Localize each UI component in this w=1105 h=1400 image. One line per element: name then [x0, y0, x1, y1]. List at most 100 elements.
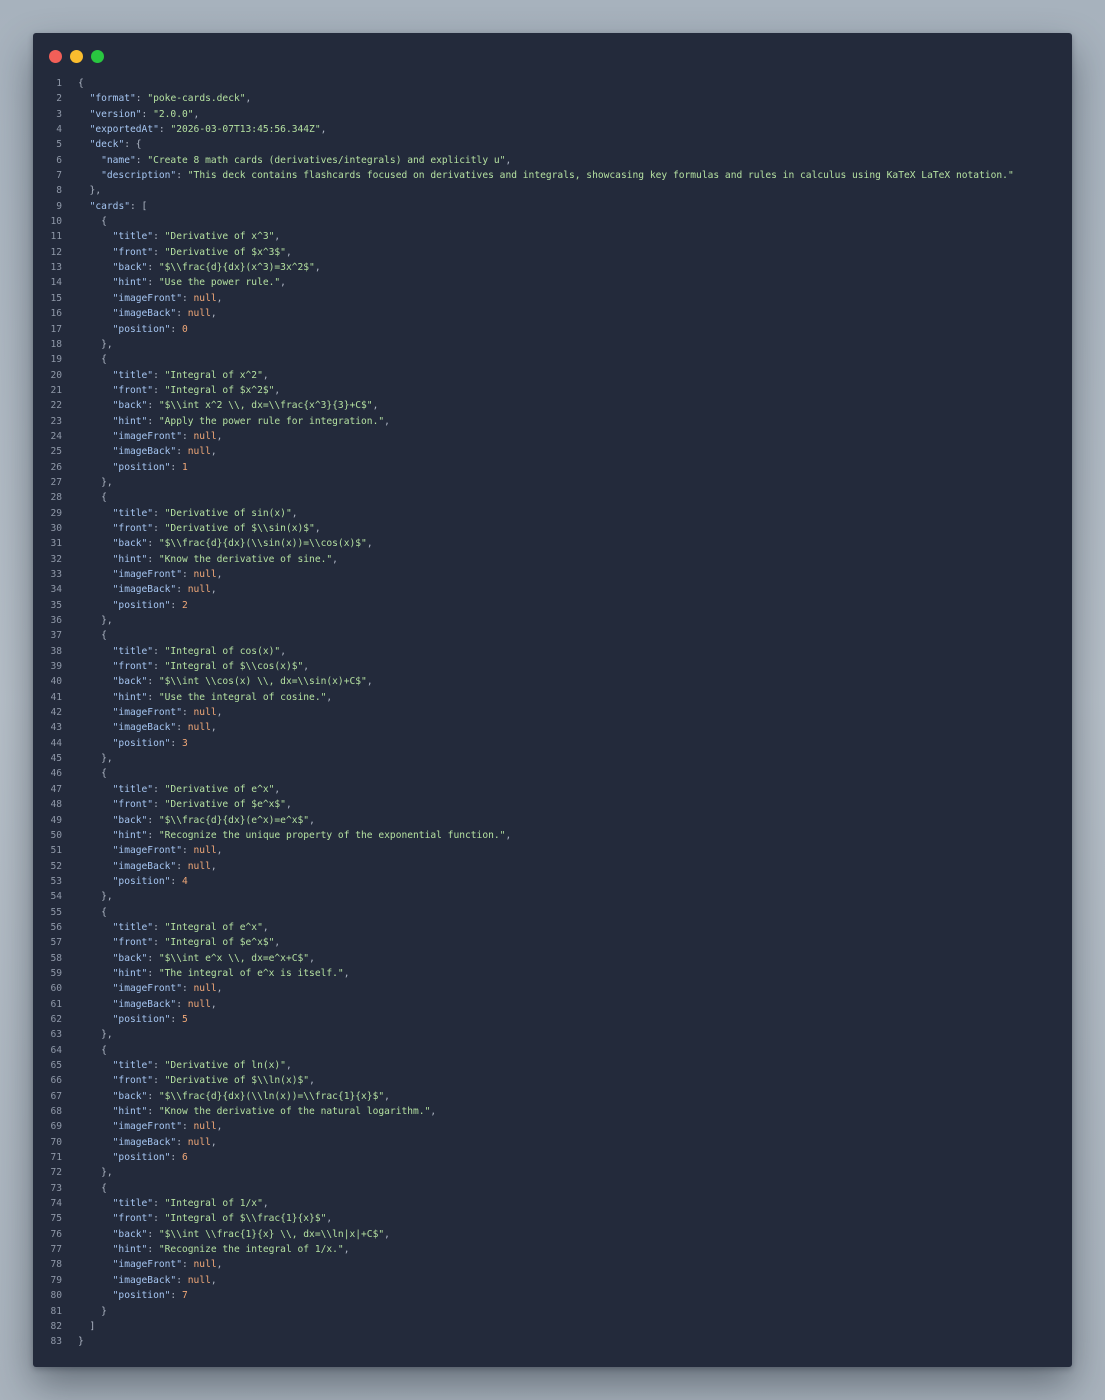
- json-string: "Know the derivative of sine.": [158, 553, 333, 565]
- code-line: 34 "imageBack": null,: [33, 582, 1072, 597]
- json-punctuation: :: [135, 154, 148, 166]
- json-key: "imageFront": [112, 430, 182, 442]
- line-number: 9: [56, 200, 62, 212]
- json-punctuation: : [: [130, 200, 148, 212]
- json-punctuation: ,: [384, 1228, 390, 1240]
- json-punctuation: :: [147, 553, 159, 565]
- code-line: 8 },: [33, 183, 1072, 198]
- code-line: 15 "imageFront": null,: [33, 291, 1072, 306]
- json-value: null: [187, 584, 211, 596]
- line-number: 49: [50, 814, 62, 826]
- code-line: 6 "name": "Create 8 math cards (derivati…: [33, 153, 1072, 168]
- json-punctuation: ,: [210, 446, 217, 458]
- code-line: 44 "position": 3: [33, 736, 1072, 751]
- json-punctuation: [78, 845, 113, 856]
- json-punctuation: :: [147, 415, 159, 427]
- json-punctuation: :: [153, 661, 165, 673]
- line-number: 81: [50, 1305, 62, 1317]
- json-punctuation: [78, 308, 113, 319]
- line-number: 62: [50, 1013, 62, 1025]
- line-content: "back": "$\\int \\frac{1}{x} \\, dx=\\ln…: [78, 1227, 390, 1242]
- code-line: 27 },: [33, 475, 1072, 490]
- line-number: 75: [50, 1213, 62, 1225]
- json-punctuation: :: [153, 1198, 165, 1210]
- line-number: 46: [50, 768, 62, 780]
- json-key: "back": [112, 1090, 148, 1102]
- code-line: 19 {: [33, 352, 1072, 367]
- maximize-window-button[interactable]: [91, 50, 104, 63]
- code-line: 63 },: [33, 1027, 1072, 1042]
- json-string: "Integral of cos(x)": [164, 645, 281, 657]
- line-content: },: [78, 475, 113, 490]
- code-line: 2 "format": "poke-cards.deck",: [33, 91, 1072, 106]
- json-string: "Integral of $\\cos(x)$": [164, 661, 304, 673]
- json-key: "position": [112, 1290, 171, 1302]
- json-punctuation: [78, 1075, 113, 1086]
- json-punctuation: {: [78, 354, 107, 366]
- line-number: 76: [50, 1228, 62, 1240]
- json-punctuation: ,: [309, 952, 315, 964]
- code-line: 5 "deck": {: [33, 137, 1072, 152]
- json-punctuation: :: [170, 1152, 182, 1164]
- code-line: 29 "title": "Derivative of sin(x)",: [33, 506, 1072, 521]
- json-punctuation: [78, 676, 113, 687]
- json-punctuation: :: [176, 722, 188, 734]
- code-line: 24 "imageFront": null,: [33, 429, 1072, 444]
- json-string: "$\\frac{d}{dx}(x^3)=3x^2$": [158, 262, 315, 274]
- json-value: null: [193, 292, 217, 304]
- json-value: 4: [181, 875, 188, 887]
- json-punctuation: :: [176, 308, 188, 320]
- json-string: "2.0.0": [153, 108, 194, 120]
- line-number: 63: [50, 1029, 62, 1041]
- json-punctuation: },: [78, 476, 113, 488]
- json-string: "Recognize the integral of 1/x.": [158, 1244, 344, 1256]
- json-key: "imageBack": [112, 584, 177, 596]
- json-key: "imageBack": [112, 998, 177, 1010]
- line-content: "position": 6: [78, 1150, 188, 1165]
- json-punctuation: {: [78, 216, 107, 228]
- json-key: "front": [112, 522, 154, 534]
- code-line: 57 "front": "Integral of $e^x$",: [33, 935, 1072, 950]
- json-key: "deck": [89, 139, 125, 151]
- json-punctuation: [78, 1106, 113, 1117]
- json-punctuation: ,: [216, 569, 223, 580]
- json-punctuation: [78, 861, 113, 872]
- json-string: "Derivative of $e^x$": [164, 799, 286, 811]
- code-line: 46 {: [33, 766, 1072, 781]
- code-line: 75 "front": "Integral of $\\frac{1}{x}$"…: [33, 1211, 1072, 1226]
- line-content: "imageFront": null,: [78, 843, 223, 858]
- json-punctuation: [78, 462, 113, 473]
- line-content: "imageFront": null,: [78, 429, 223, 444]
- json-punctuation: ,: [210, 1274, 217, 1286]
- line-content: "imageFront": null,: [78, 705, 223, 720]
- code-editor: 1{2 "format": "poke-cards.deck", 3 "versi…: [33, 76, 1072, 1350]
- code-line: 80 "position": 7: [33, 1288, 1072, 1303]
- json-punctuation: :: [153, 246, 165, 258]
- line-content: "position": 3: [78, 736, 188, 751]
- json-string: "Use the integral of cosine.": [158, 691, 327, 703]
- json-punctuation: ,: [210, 998, 217, 1010]
- json-punctuation: :: [147, 1228, 159, 1240]
- line-number: 22: [50, 400, 62, 412]
- json-value: null: [193, 845, 217, 857]
- json-punctuation: [78, 109, 90, 120]
- json-punctuation: :: [170, 599, 182, 611]
- json-punctuation: [78, 1137, 113, 1148]
- json-punctuation: :: [147, 277, 159, 289]
- line-content: "imageBack": null,: [78, 859, 217, 874]
- line-content: "cards": [: [78, 199, 148, 214]
- line-content: {: [78, 905, 107, 920]
- line-content: "title": "Derivative of e^x",: [78, 782, 281, 797]
- json-punctuation: [78, 738, 113, 749]
- json-value: null: [193, 569, 217, 580]
- line-number: 66: [50, 1075, 62, 1087]
- minimize-window-button[interactable]: [70, 50, 83, 63]
- json-punctuation: ,: [320, 124, 327, 136]
- close-window-button[interactable]: [49, 50, 62, 63]
- line-number: 35: [50, 599, 62, 611]
- line-content: "imageBack": null,: [78, 444, 217, 459]
- code-line: 74 "title": "Integral of 1/x",: [33, 1196, 1072, 1211]
- line-content: {: [78, 1043, 107, 1058]
- json-punctuation: },: [78, 615, 113, 627]
- json-punctuation: [78, 600, 113, 611]
